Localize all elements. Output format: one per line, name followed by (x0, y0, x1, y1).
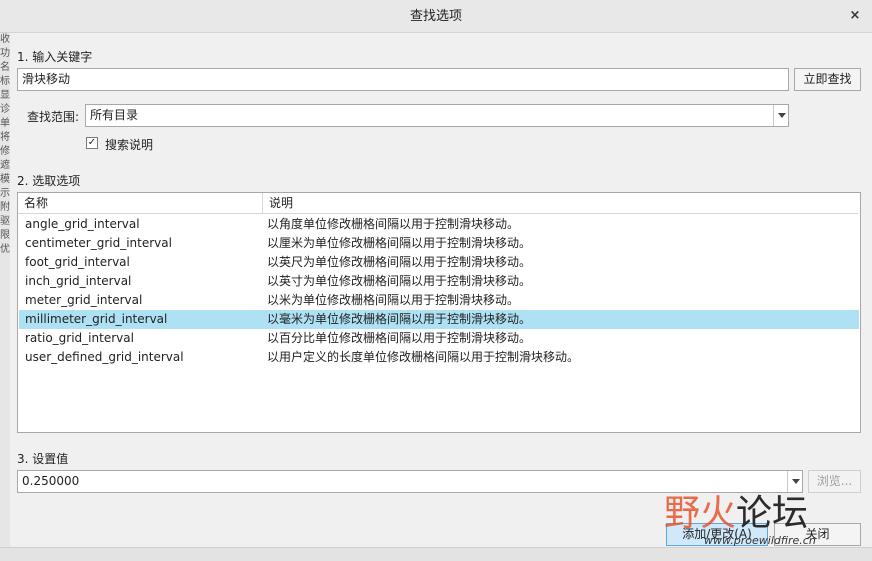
cell-option-description: 以米为单位修改栅格间隔以用于控制滑块移动。 (267, 293, 520, 307)
search-now-button[interactable]: 立即查找 (794, 68, 861, 91)
cell-option-name: centimeter_grid_interval (25, 236, 172, 250)
background-char: 单 (0, 118, 10, 129)
table-row[interactable]: centimeter_grid_interval 以厘米为单位修改栅格间隔以用于控… (19, 234, 859, 253)
scope-select-value: 所有目录 (90, 108, 139, 122)
cell-option-description: 以英尺为单位修改栅格间隔以用于控制滑块移动。 (267, 255, 532, 269)
background-char: 驱 (0, 216, 10, 227)
cell-option-name: ratio_grid_interval (25, 331, 134, 345)
table-row[interactable]: user_defined_grid_interval 以用户定义的长度单位修改栅格… (19, 348, 859, 367)
background-status-strip (0, 547, 872, 561)
scope-label: 查找范围: (27, 110, 80, 124)
background-char: 修 (0, 146, 10, 157)
keyword-input[interactable]: 滑块移动 (17, 68, 789, 91)
column-header-name[interactable]: 名称 (18, 193, 262, 214)
cell-option-description: 以用户定义的长度单位修改栅格间隔以用于控制滑块移动。 (267, 350, 580, 364)
close-icon[interactable]: × (846, 6, 864, 26)
background-char: 示 (0, 188, 10, 199)
close-button[interactable]: 关闭 (774, 523, 861, 546)
background-char: 诊 (0, 104, 10, 115)
cell-option-name: meter_grid_interval (25, 293, 143, 307)
scope-select[interactable]: 所有目录 (85, 104, 789, 127)
cell-option-description: 以英寸为单位修改栅格间隔以用于控制滑块移动。 (267, 274, 532, 288)
dialog-title: 查找选项 (409, 9, 462, 24)
background-char: 显 (0, 90, 10, 101)
search-description-checkbox[interactable]: ✓ (86, 137, 98, 149)
section-keyword-label: 1. 输入关键字 (17, 50, 93, 64)
browse-button[interactable]: 浏览... (808, 470, 861, 493)
cell-option-description: 以角度单位修改栅格间隔以用于控制滑块移动。 (267, 217, 520, 231)
cell-option-name: angle_grid_interval (25, 217, 140, 231)
background-char: 将 (0, 132, 10, 143)
background-char: 标 (0, 76, 10, 87)
cell-option-description: 以毫米为单位修改栅格间隔以用于控制滑块移动。 (267, 312, 532, 326)
background-window-strip: 收功名标显诊单将修遮模示附驱限优 (0, 33, 10, 561)
section-value-label: 3. 设置值 (17, 452, 69, 466)
background-char: 遮 (0, 160, 10, 171)
column-header-description[interactable]: 说明 (263, 193, 858, 214)
table-header: 名称 说明 (18, 193, 858, 214)
cell-option-name: user_defined_grid_interval (25, 350, 184, 364)
table-row[interactable]: inch_grid_interval 以英寸为单位修改栅格间隔以用于控制滑块移动。 (19, 272, 859, 291)
cell-option-name: inch_grid_interval (25, 274, 132, 288)
table-row[interactable]: millimeter_grid_interval 以毫米为单位修改栅格间隔以用于控… (19, 310, 859, 329)
background-char: 名 (0, 62, 10, 73)
cell-option-description: 以厘米为单位修改栅格间隔以用于控制滑块移动。 (267, 236, 532, 250)
options-table[interactable]: 名称 说明 angle_grid_interval 以角度单位修改栅格间隔以用于控… (17, 192, 861, 433)
background-char: 附 (0, 202, 10, 213)
section-options-label: 2. 选取选项 (17, 174, 81, 188)
chevron-down-icon[interactable] (787, 471, 802, 492)
table-row[interactable]: ratio_grid_interval 以百分比单位修改栅格间隔以用于控制滑块移动… (19, 329, 859, 348)
value-combobox[interactable]: 0.250000 (17, 470, 803, 493)
add-change-button[interactable]: 添加/更改(A) (666, 523, 768, 546)
table-row[interactable]: meter_grid_interval 以米为单位修改栅格间隔以用于控制滑块移动。 (19, 291, 859, 310)
table-row[interactable]: foot_grid_interval 以英尺为单位修改栅格间隔以用于控制滑块移动。 (19, 253, 859, 272)
background-char: 限 (0, 230, 10, 241)
value-combobox-value: 0.250000 (22, 474, 80, 488)
background-char: 优 (0, 244, 10, 255)
background-char: 模 (0, 174, 10, 185)
cell-option-name: foot_grid_interval (25, 255, 130, 269)
background-char: 收 (0, 34, 10, 45)
chevron-down-icon[interactable] (773, 105, 788, 126)
cell-option-name: millimeter_grid_interval (25, 312, 168, 326)
cell-option-description: 以百分比单位修改栅格间隔以用于控制滑块移动。 (267, 331, 532, 345)
table-row[interactable]: angle_grid_interval 以角度单位修改栅格间隔以用于控制滑块移动。 (19, 215, 859, 234)
background-char: 功 (0, 48, 10, 59)
search-description-label: 搜索说明 (105, 138, 154, 152)
